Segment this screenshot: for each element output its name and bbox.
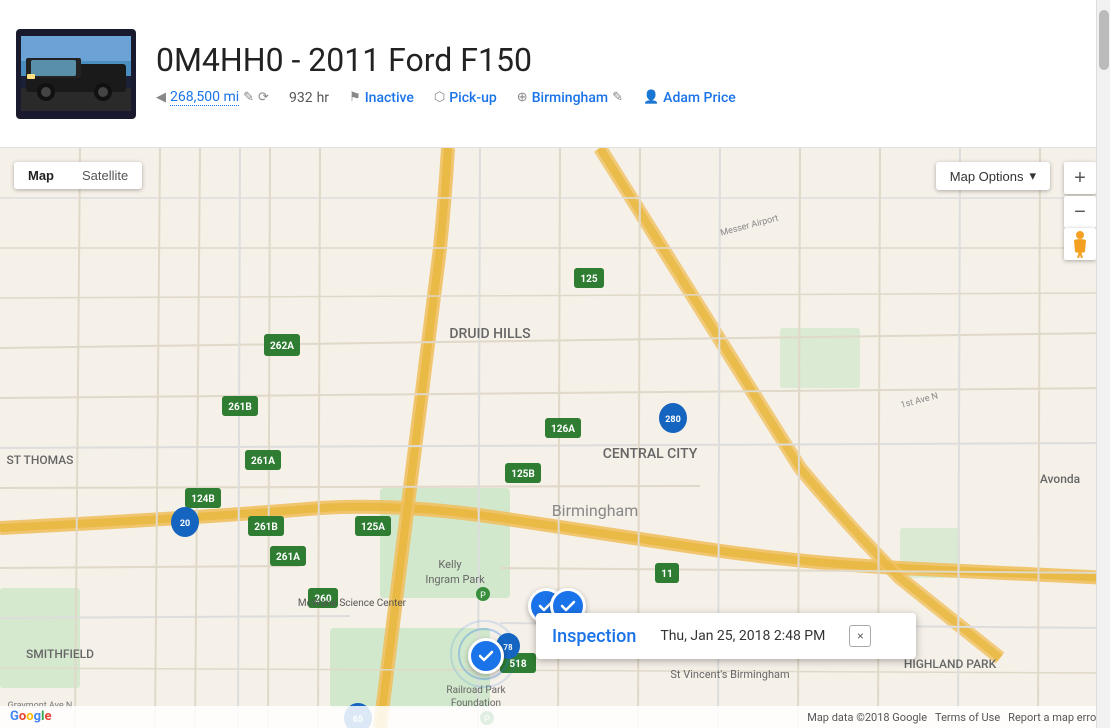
svg-text:125: 125 bbox=[580, 274, 597, 285]
svg-text:Kelly: Kelly bbox=[438, 558, 462, 571]
vehicle-header: 0M4HH0 - 2011 Ford F150 ◀ 268,500 mi ✎ ⟳… bbox=[0, 0, 1110, 148]
zoom-out-button[interactable]: − bbox=[1064, 196, 1096, 228]
location-edit-icon[interactable]: ✎ bbox=[612, 90, 623, 105]
svg-text:280: 280 bbox=[665, 415, 681, 425]
terms-of-use-link[interactable]: Terms of Use bbox=[935, 711, 1000, 724]
svg-text:261A: 261A bbox=[276, 552, 300, 563]
map-container: 262A 125 261B 124B 261A 126A 280 125B 20 bbox=[0, 148, 1110, 728]
mileage-edit-icon[interactable]: ✎ bbox=[243, 90, 254, 105]
map-options-chevron-icon: ▾ bbox=[1029, 168, 1036, 184]
pegman-icon bbox=[1070, 230, 1090, 258]
svg-text:Avonda: Avonda bbox=[1040, 472, 1080, 486]
svg-text:Birmingham: Birmingham bbox=[552, 501, 639, 520]
vehicle-meta: ◀ 268,500 mi ✎ ⟳ 932 hr ⚑ Inactive ⬡ Pic… bbox=[156, 89, 1094, 106]
svg-text:125A: 125A bbox=[361, 522, 385, 533]
category-item: ⬡ Pick-up bbox=[434, 90, 497, 106]
svg-text:261B: 261B bbox=[228, 402, 252, 413]
map-type-map-button[interactable]: Map bbox=[14, 162, 68, 189]
svg-text:261A: 261A bbox=[251, 456, 275, 467]
svg-text:St Vincent's Birmingham: St Vincent's Birmingham bbox=[670, 668, 789, 681]
map-pin-wrench[interactable] bbox=[468, 638, 504, 674]
svg-text:126A: 126A bbox=[551, 424, 575, 435]
svg-text:518: 518 bbox=[509, 659, 526, 670]
location-item: ⊕ Birmingham ✎ bbox=[517, 90, 623, 106]
svg-text:CENTRAL CITY: CENTRAL CITY bbox=[603, 446, 698, 462]
inspection-popup: Inspection Thu, Jan 25, 2018 2:48 PM × bbox=[536, 613, 916, 659]
mileage-item: ◀ 268,500 mi ✎ ⟳ bbox=[156, 89, 269, 106]
location-icon: ⊕ bbox=[517, 90, 528, 105]
svg-text:DRUID HILLS: DRUID HILLS bbox=[449, 326, 530, 342]
svg-text:ST THOMAS: ST THOMAS bbox=[7, 453, 74, 467]
report-map-error-link[interactable]: Report a map error bbox=[1008, 711, 1100, 724]
svg-text:124B: 124B bbox=[191, 494, 215, 505]
map-options-button[interactable]: Map Options ▾ bbox=[936, 162, 1050, 190]
vehicle-info: 0M4HH0 - 2011 Ford F150 ◀ 268,500 mi ✎ ⟳… bbox=[156, 41, 1094, 106]
location-link[interactable]: Birmingham bbox=[532, 90, 608, 106]
svg-text:261B: 261B bbox=[254, 522, 278, 533]
google-logo: Google bbox=[10, 709, 51, 724]
inspection-popup-label: Inspection bbox=[552, 626, 636, 647]
map-footer: Google Map data ©2018 Google Terms of Us… bbox=[0, 706, 1110, 728]
pegman-control[interactable] bbox=[1064, 228, 1096, 260]
map-type-control: Map Satellite bbox=[14, 162, 142, 189]
map-type-satellite-button[interactable]: Satellite bbox=[68, 162, 142, 189]
inspection-popup-close[interactable]: × bbox=[849, 625, 871, 647]
checkmark-icon-3 bbox=[478, 648, 494, 664]
mileage-icon: ◀ bbox=[156, 90, 166, 105]
category-badge[interactable]: Pick-up bbox=[449, 90, 497, 106]
svg-text:HIGHLAND PARK: HIGHLAND PARK bbox=[904, 657, 997, 671]
svg-text:McWane Science Center: McWane Science Center bbox=[298, 598, 407, 609]
svg-text:20: 20 bbox=[180, 519, 190, 529]
status-item: ⚑ Inactive bbox=[349, 90, 414, 106]
zoom-in-button[interactable]: + bbox=[1064, 162, 1096, 194]
svg-text:Railroad Park: Railroad Park bbox=[446, 685, 506, 696]
vehicle-title: 0M4HH0 - 2011 Ford F150 bbox=[156, 41, 1094, 79]
svg-text:78: 78 bbox=[503, 643, 513, 652]
svg-text:SMITHFIELD: SMITHFIELD bbox=[26, 647, 94, 661]
status-icon: ⚑ bbox=[349, 90, 361, 105]
inspection-popup-date: Thu, Jan 25, 2018 2:48 PM bbox=[660, 628, 825, 644]
mileage-link[interactable]: 268,500 mi bbox=[170, 89, 239, 106]
scrollbar-thumb[interactable] bbox=[1099, 10, 1109, 70]
driver-item: 👤 Adam Price bbox=[643, 90, 736, 106]
svg-text:P: P bbox=[480, 591, 486, 601]
hours-item: 932 hr bbox=[289, 90, 329, 106]
driver-icon: 👤 bbox=[643, 90, 659, 105]
category-icon: ⬡ bbox=[434, 90, 445, 105]
status-badge[interactable]: Inactive bbox=[365, 90, 414, 106]
checkmark-icon-2 bbox=[560, 598, 576, 614]
svg-text:125B: 125B bbox=[511, 469, 535, 480]
svg-text:11: 11 bbox=[661, 569, 672, 580]
driver-link[interactable]: Adam Price bbox=[663, 90, 736, 106]
scrollbar[interactable] bbox=[1096, 0, 1110, 728]
map-data-credit: Map data ©2018 Google bbox=[807, 711, 927, 724]
map-options-control: Map Options ▾ bbox=[936, 162, 1050, 190]
map-options-label: Map Options bbox=[950, 169, 1024, 184]
zoom-controls: + − bbox=[1064, 162, 1096, 230]
vehicle-thumbnail bbox=[16, 29, 136, 119]
svg-text:Ingram Park: Ingram Park bbox=[425, 573, 485, 586]
mileage-refresh-icon[interactable]: ⟳ bbox=[258, 90, 269, 105]
svg-text:262A: 262A bbox=[270, 341, 294, 352]
